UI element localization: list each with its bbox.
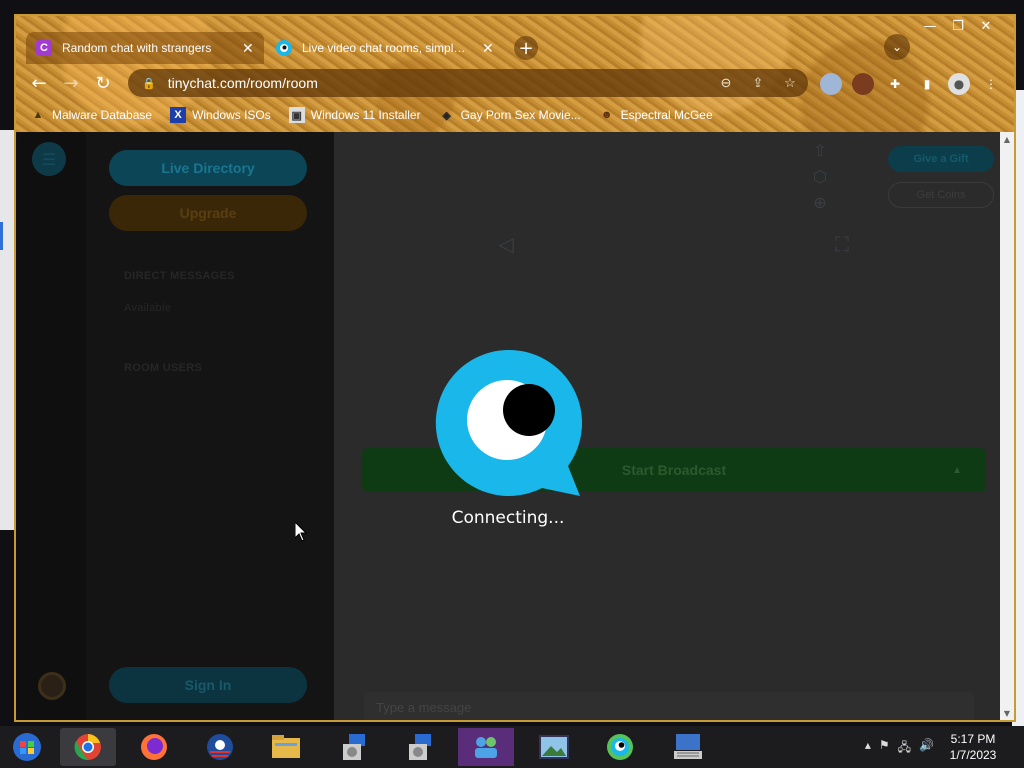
upgrade-button[interactable]: Upgrade [109,195,307,231]
share-room-icon[interactable]: ⇧ [810,140,830,160]
browser-toolbar: ← → ↻ 🔒 tinychat.com/room/room ⊖ ⇪ ☆ ✚ ▮… [16,66,1014,100]
menu-kebab-icon[interactable]: ⋮ [980,73,1002,95]
tab-search-icon[interactable]: ⌄ [884,34,910,60]
taskbar-file-explorer-icon[interactable] [258,728,314,766]
bookmark-label: Espectral McGee [620,108,713,122]
taskbar-network-icon[interactable] [458,728,514,766]
mouse-cursor-icon [295,522,307,542]
bookmark-label: Malware Database [52,108,153,122]
tab-title: Random chat with strangers [62,41,212,55]
extension-flag-icon[interactable] [820,73,842,95]
taskbar-chrome-icon[interactable] [60,728,116,766]
tab-title: Live video chat rooms, simple and [302,41,472,55]
tinychat-logo-loader-icon [435,349,582,496]
bookmark-label: Windows ISOs [192,108,271,122]
share-icon[interactable]: ⇪ [748,73,768,93]
bookmark-label: Gay Porn Sex Movie... [460,108,581,122]
start-broadcast-label: Start Broadcast [621,462,727,478]
bookmark-label: Windows 11 Installer [310,108,421,122]
tinychat-favicon-icon [276,40,292,56]
background-accent [0,222,3,250]
lock-icon: 🔒 [142,77,156,90]
tab-random-chat[interactable]: C Random chat with strangers ✕ [26,32,264,64]
tab-close-icon[interactable]: ✕ [242,40,254,57]
address-bar[interactable]: 🔒 tinychat.com/room/room ⊖ ⇪ ☆ [128,69,808,97]
folder-icon: ▲ [32,109,44,121]
close-window-icon[interactable]: ✕ [972,16,1000,36]
hamburger-menu-icon[interactable]: ☰ [32,142,66,176]
chat-favicon-icon: C [36,40,52,56]
chevron-up-icon[interactable]: ▲ [952,465,962,476]
clock-date: 1/7/2023 [949,748,997,762]
action-center-flag-icon[interactable]: ⚑ [879,738,890,759]
omnibox-actions: ⊖ ⇪ ☆ [716,73,800,93]
system-tray: ▴ ⚑ 🖧 🔊 [865,738,934,759]
forward-icon[interactable]: → [58,70,84,96]
bookmarks-bar: ▲ Malware Database X Windows ISOs ▣ Wind… [16,102,1014,128]
network-icon[interactable]: 🖧 [898,738,911,759]
new-tab-button[interactable]: + [514,36,538,60]
face-icon: ☻ [600,109,613,121]
reload-icon[interactable]: ↻ [90,70,116,96]
window-controls: — ❐ ✕ [916,16,1000,38]
bookmark-malware-database[interactable]: ▲ Malware Database [30,107,153,123]
volume-icon[interactable]: ◁ [494,232,518,256]
extensions-puzzle-icon[interactable]: ✚ [884,73,906,95]
fullscreen-icon[interactable]: ⛶ [830,232,854,256]
side-panel-icon[interactable]: ▮ [916,73,938,95]
taskbar-installer-icon[interactable] [326,728,382,766]
bookmark-espectral-mcgee[interactable]: ☻ Espectral McGee [599,107,713,123]
sidebar-rail [16,132,86,720]
live-directory-button[interactable]: Live Directory [109,150,307,186]
give-gift-button[interactable]: Give a Gift [888,146,994,172]
direct-messages-sub: Available [124,302,172,314]
page-scrollbar[interactable]: ▲ ▼ [1000,132,1014,720]
taskbar-photos-icon[interactable] [526,728,582,766]
taskbar-obama-logo-icon[interactable] [192,728,248,766]
bookmark-windows-11-installer[interactable]: ▣ Windows 11 Installer [288,107,421,123]
minimize-icon[interactable]: — [916,16,944,36]
volume-tray-icon[interactable]: 🔊 [919,738,934,759]
taskbar-firefox-icon[interactable] [126,728,182,766]
site-icon: ◈ [442,109,451,122]
bookmark-star-icon[interactable]: ☆ [780,73,800,93]
x-icon: X [170,107,187,123]
start-button-icon[interactable] [2,728,52,766]
extension-avatar-icon[interactable] [852,73,874,95]
sidebar: ☰ Live Directory Upgrade DIRECT MESSAGES… [16,132,334,720]
user-avatar[interactable] [38,672,66,700]
clock-time: 5:17 PM [950,732,996,746]
desktop: C Random chat with strangers ✕ Live vide… [0,0,1024,768]
url-text: tinychat.com/room/room [167,75,318,91]
connecting-status: Connecting... [451,508,565,528]
zoom-icon[interactable]: ⊖ [716,73,736,93]
profile-icon[interactable]: ● [948,73,970,95]
back-icon[interactable]: ← [26,70,52,96]
taskbar: ▴ ⚑ 🖧 🔊 5:17 PM 1/7/2023 [0,726,1024,768]
scroll-down-icon[interactable]: ▼ [1000,706,1014,720]
settings-icon[interactable]: ⬡ [810,166,830,186]
direct-messages-heading: DIRECT MESSAGES [124,270,235,282]
background-window-left [0,130,14,530]
installer-icon: ▣ [288,107,305,123]
tab-close-icon[interactable]: ✕ [482,40,494,57]
browser-chrome: C Random chat with strangers ✕ Live vide… [16,16,1014,132]
maximize-icon[interactable]: ❐ [944,16,972,36]
sign-in-button[interactable]: Sign In [109,667,307,703]
tab-tinychat[interactable]: Live video chat rooms, simple and ✕ [266,32,504,64]
add-icon[interactable]: ⊕ [810,192,830,212]
bookmark-site[interactable]: ◈ Gay Porn Sex Movie... [439,107,581,123]
taskbar-installer-2-icon[interactable] [392,728,448,766]
tray-chevron-icon[interactable]: ▴ [865,738,871,759]
scroll-up-icon[interactable]: ▲ [1000,132,1014,146]
room-users-heading: ROOM USERS [124,362,203,374]
message-input[interactable]: Type a message [364,692,974,720]
get-coins-button[interactable]: Get Coins [888,182,994,208]
taskbar-keyboard-icon[interactable] [660,728,716,766]
taskbar-tinychat-icon[interactable] [592,728,648,766]
taskbar-clock[interactable]: 5:17 PM 1/7/2023 [938,731,1008,763]
bookmark-windows-isos[interactable]: X Windows ISOs [170,107,271,123]
